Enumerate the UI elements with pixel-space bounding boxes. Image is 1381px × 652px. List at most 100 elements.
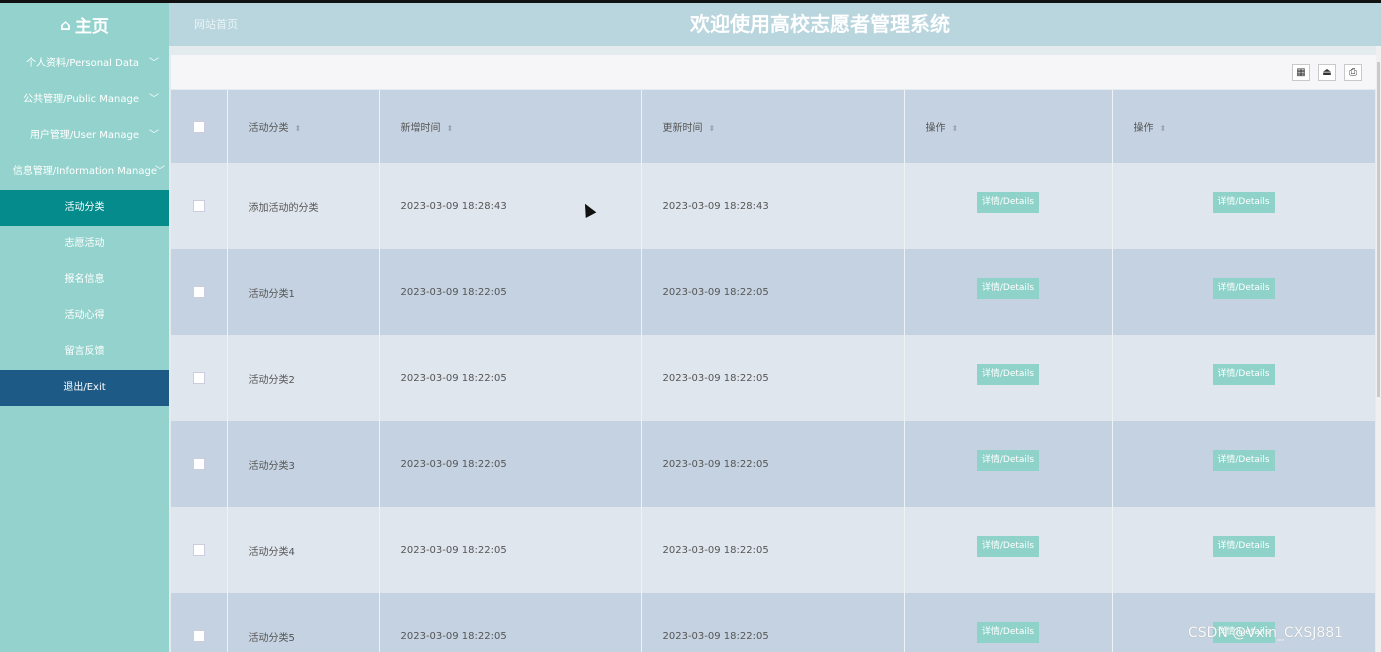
row-checkbox[interactable] [192, 372, 205, 384]
action-cell: 详情/Details [904, 335, 1113, 421]
sidebar-item-label: 留言反馈 [64, 346, 105, 357]
sidebar-item-activity-category[interactable]: 活动分类 [0, 190, 169, 226]
sidebar-item-registration-info[interactable]: 报名信息 [0, 262, 169, 298]
sidebar-item-user-manage[interactable]: 用户管理/User Manage ﹀ [0, 118, 169, 154]
column-header-category[interactable]: 活动分类 ⬍ [227, 90, 380, 163]
header-label: 操作 [1133, 123, 1154, 134]
column-header-created[interactable]: 新增时间 ⬍ [379, 90, 642, 163]
action-cell: 详情/Details [1112, 249, 1375, 335]
sort-icon[interactable]: ⬍ [709, 124, 716, 133]
columns-icon[interactable]: ▦ [1292, 64, 1310, 81]
header-label: 更新时间 [662, 123, 703, 134]
sidebar-item-label: 活动分类 [64, 202, 105, 213]
row-select-cell [171, 593, 228, 652]
action-cell: 详情/Details [1112, 335, 1375, 421]
details-button[interactable]: 详情/Details [1212, 191, 1275, 213]
details-button[interactable]: 详情/Details [977, 449, 1039, 471]
updated-cell: 2023-03-09 18:22:05 [641, 249, 905, 335]
site-home-link[interactable]: 网站首页 [194, 3, 238, 46]
created-cell: 2023-03-09 18:22:05 [379, 421, 642, 507]
updated-cell: 2023-03-09 18:22:05 [641, 421, 905, 507]
updated-cell: 2023-03-09 18:22:05 [641, 593, 905, 652]
table-toolbar: ▦ ⏏ ⎙ [171, 55, 1376, 89]
action-cell: 详情/Details [904, 249, 1113, 335]
row-checkbox[interactable] [192, 286, 205, 298]
details-button[interactable]: 详情/Details [1212, 449, 1275, 471]
row-checkbox[interactable] [192, 630, 205, 642]
sidebar-item-label: 报名信息 [64, 274, 105, 285]
sidebar-item-label: 用户管理/User Manage [29, 130, 139, 141]
sidebar-item-label: 活动心得 [64, 310, 105, 321]
category-cell: 活动分类5 [227, 593, 380, 652]
created-cell: 2023-03-09 18:22:05 [379, 335, 642, 421]
action-cell: 详情/Details [1112, 507, 1375, 593]
sort-icon[interactable]: ⬍ [447, 124, 454, 133]
row-checkbox[interactable] [192, 200, 205, 212]
row-checkbox[interactable] [192, 544, 205, 556]
export-icon[interactable]: ⏏ [1318, 64, 1336, 81]
action-cell: 详情/Details [1112, 421, 1375, 507]
action-cell: 详情/Details [904, 163, 1113, 249]
created-cell: 2023-03-09 18:22:05 [379, 249, 642, 335]
select-all-checkbox[interactable] [192, 120, 205, 133]
home-label: 主页 [74, 17, 109, 37]
sort-icon[interactable]: ⬍ [1160, 124, 1167, 133]
action-cell: 详情/Details [904, 593, 1113, 652]
chevron-down-icon: ﹀ [155, 166, 165, 177]
header-label: 新增时间 [400, 123, 441, 134]
category-cell: 活动分类3 [227, 421, 380, 507]
sort-icon[interactable]: ⬍ [295, 124, 302, 133]
sidebar-item-label: 志愿活动 [64, 238, 105, 249]
sidebar-item-label: 公共管理/Public Manage [23, 94, 139, 105]
action-cell: 详情/Details [1112, 163, 1375, 249]
sidebar: 个人资料/Personal Data ﹀ 公共管理/Public Manage … [0, 46, 169, 652]
category-cell: 活动分类1 [227, 249, 380, 335]
details-button[interactable]: 详情/Details [1212, 363, 1275, 385]
chevron-down-icon: ﹀ [149, 58, 159, 69]
sidebar-item-exit[interactable]: 退出/Exit [0, 370, 169, 406]
select-all-cell [171, 90, 228, 163]
column-header-action-1[interactable]: 操作 ⬍ [904, 90, 1113, 163]
app-title: 欢迎使用高校志愿者管理系统 [690, 12, 950, 36]
table-header-row: 活动分类 ⬍ 新增时间 ⬍ 更新时间 ⬍ 操作 ⬍ 操作 ⬍ [171, 90, 1375, 163]
sidebar-item-volunteer-activity[interactable]: 志愿活动 [0, 226, 169, 262]
sidebar-item-label: 退出/Exit [63, 382, 106, 393]
details-button[interactable]: 详情/Details [977, 277, 1039, 299]
row-select-cell [171, 335, 228, 421]
row-checkbox[interactable] [192, 458, 205, 470]
sidebar-item-personal-data[interactable]: 个人资料/Personal Data ﹀ [0, 46, 169, 82]
details-button[interactable]: 详情/Details [977, 363, 1039, 385]
home-link[interactable]: ⌂ 主页 [0, 3, 169, 46]
row-select-cell [171, 421, 228, 507]
table-row: 活动分类1 2023-03-09 18:22:05 2023-03-09 18:… [171, 249, 1375, 335]
details-button[interactable]: 详情/Details [1212, 277, 1275, 299]
column-header-updated[interactable]: 更新时间 ⬍ [641, 90, 905, 163]
details-button[interactable]: 详情/Details [977, 535, 1039, 557]
created-cell: 2023-03-09 18:28:43 [379, 163, 642, 249]
details-button[interactable]: 详情/Details [977, 621, 1039, 643]
updated-cell: 2023-03-09 18:22:05 [641, 335, 905, 421]
table-row: 活动分类4 2023-03-09 18:22:05 2023-03-09 18:… [171, 507, 1375, 593]
action-cell: 详情/Details [1112, 593, 1375, 652]
row-select-cell [171, 249, 228, 335]
details-button[interactable]: 详情/Details [977, 191, 1039, 213]
chevron-down-icon: ﹀ [149, 94, 159, 105]
updated-cell: 2023-03-09 18:22:05 [641, 507, 905, 593]
sidebar-item-activity-experience[interactable]: 活动心得 [0, 298, 169, 334]
sidebar-item-feedback[interactable]: 留言反馈 [0, 334, 169, 370]
category-cell: 活动分类4 [227, 507, 380, 593]
sidebar-item-public-manage[interactable]: 公共管理/Public Manage ﹀ [0, 82, 169, 118]
column-header-action-2[interactable]: 操作 ⬍ [1112, 90, 1375, 163]
header-label: 操作 [925, 123, 946, 134]
data-table: 活动分类 ⬍ 新增时间 ⬍ 更新时间 ⬍ 操作 ⬍ 操作 ⬍ 添加活动的分类 2… [171, 90, 1375, 652]
data-table-container: 活动分类 ⬍ 新增时间 ⬍ 更新时间 ⬍ 操作 ⬍ 操作 ⬍ 添加活动的分类 2… [171, 90, 1375, 652]
updated-cell: 2023-03-09 18:28:43 [641, 163, 905, 249]
sidebar-item-label: 信息管理/Information Manage [12, 166, 157, 177]
table-row: 活动分类3 2023-03-09 18:22:05 2023-03-09 18:… [171, 421, 1375, 507]
sort-icon[interactable]: ⬍ [952, 124, 959, 133]
print-icon[interactable]: ⎙ [1344, 64, 1362, 81]
sidebar-item-information-manage[interactable]: 信息管理/Information Manage ﹀ [0, 154, 169, 190]
sidebar-item-label: 个人资料/Personal Data [26, 58, 139, 69]
details-button[interactable]: 详情/Details [1212, 535, 1275, 557]
scrollbar-thumb[interactable] [1377, 62, 1380, 397]
